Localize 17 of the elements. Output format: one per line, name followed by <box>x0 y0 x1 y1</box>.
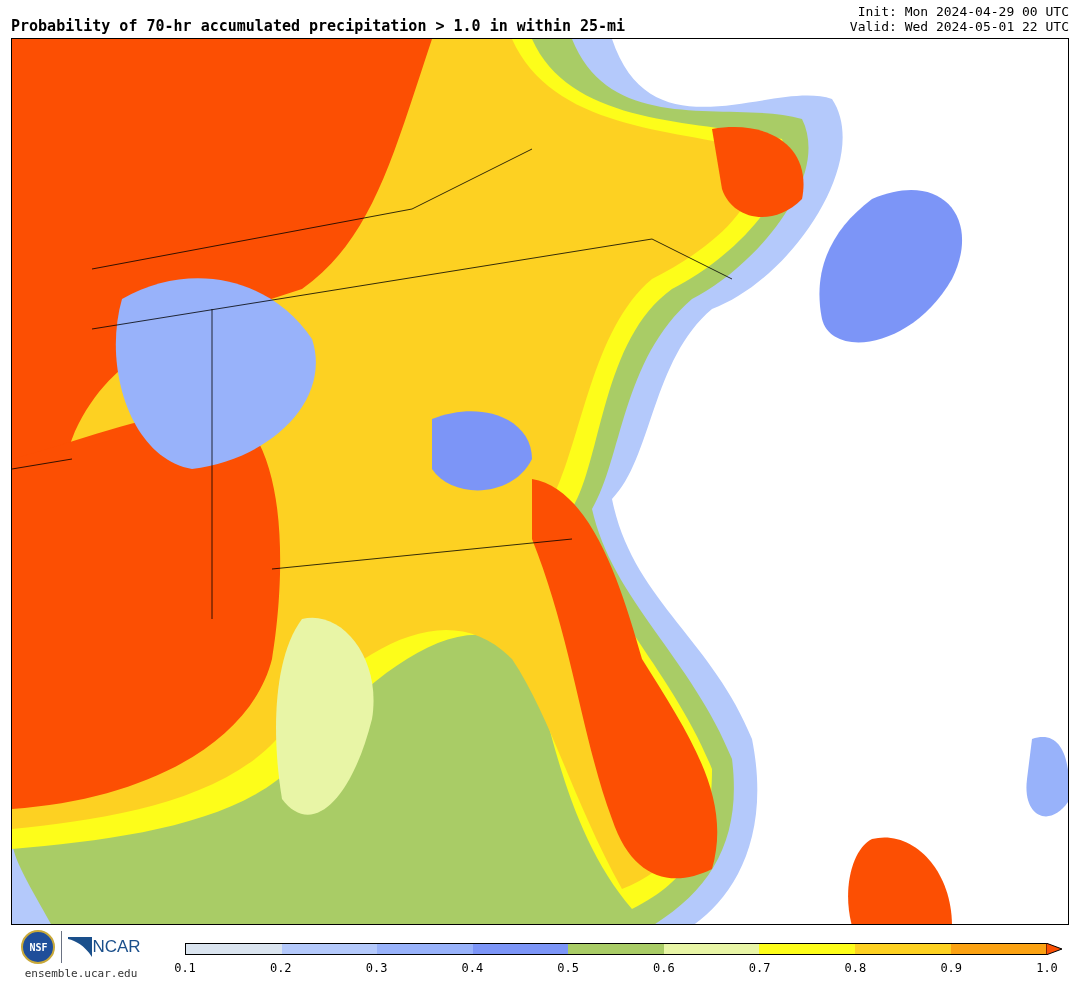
tick-label: 0.9 <box>940 960 963 977</box>
ncar-logo-icon <box>68 937 93 957</box>
tick-label: 0.1 <box>174 960 196 977</box>
tick-label: 0.3 <box>365 960 388 977</box>
nsf-logo: NSF <box>21 930 56 964</box>
tick-label: 0.5 <box>557 960 579 977</box>
tick-label: 0.8 <box>844 960 867 977</box>
tick-label: 0.6 <box>653 960 675 977</box>
ncar-logo: NCAR <box>92 936 141 959</box>
valid-time: Valid: Wed 2024-05-01 22 UTC <box>849 19 1069 34</box>
tick-label: 0.2 <box>269 960 292 977</box>
init-time: Init: Mon 2024-04-29 00 UTC <box>857 4 1069 19</box>
tick-label: 1.0 <box>1036 960 1058 977</box>
website-url: ensemble.ucar.edu <box>24 966 138 982</box>
chart-title: Probability of 70-hr accumulated precipitation > 1.0 in within 25-mi <box>11 19 626 34</box>
tick-label: 0.7 <box>748 960 771 977</box>
tick-label: 0.4 <box>461 960 484 977</box>
